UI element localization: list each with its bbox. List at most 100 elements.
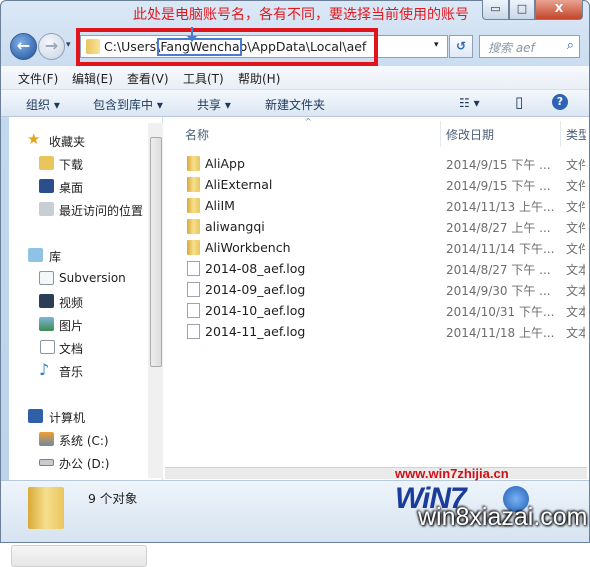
file-date: 2014/9/15 下午 ... — [446, 158, 551, 172]
nav-computer[interactable]: 计算机 — [9, 406, 147, 427]
minimize-button[interactable]: ▭ — [482, 0, 509, 20]
file-date: 2014/11/18 上午... — [446, 326, 555, 340]
file-row[interactable]: AliWorkbench 2014/11/14 下午... 文件夹 — [185, 237, 585, 258]
folder-icon — [187, 177, 200, 192]
folder-icon — [187, 219, 200, 234]
nav-music[interactable]: ♪ 音乐 — [9, 360, 147, 381]
nav-favorites[interactable]: ★ 收藏夹 — [9, 130, 147, 151]
column-type[interactable]: 类型 — [566, 126, 586, 143]
nav-documents[interactable]: 文档 — [9, 337, 147, 358]
nav-label: 收藏夹 — [49, 135, 86, 149]
forward-button[interactable]: → — [38, 33, 65, 60]
nav-label: 视频 — [59, 296, 84, 310]
preview-pane-button[interactable]: ▯ — [515, 93, 523, 111]
nav-label: 桌面 — [59, 181, 84, 195]
menu-tools[interactable]: 工具(T) — [183, 70, 224, 87]
library-icon — [28, 248, 43, 262]
file-row[interactable]: 2014-11_aef.log 2014/11/18 上午... 文本 — [185, 321, 585, 342]
menu-edit[interactable]: 编辑(E) — [72, 70, 113, 87]
nav-pictures[interactable]: 图片 — [9, 314, 147, 335]
menu-file[interactable]: 文件(F) — [18, 70, 58, 87]
file-date: 2014/10/31 下午... — [446, 305, 555, 319]
menu-bar: 文件(F) 编辑(E) 查看(V) 工具(T) 帮助(H) — [1, 66, 589, 90]
star-icon: ★ — [27, 130, 41, 148]
search-placeholder: 搜索 aef — [488, 41, 535, 55]
nav-recent[interactable]: 最近访问的位置 — [9, 199, 147, 220]
nav-label: 图片 — [59, 319, 84, 333]
music-icon: ♪ — [39, 360, 50, 379]
drive-icon — [39, 459, 54, 466]
nav-scrollbar-thumb[interactable] — [150, 137, 162, 367]
item-count: 9 个对象 — [88, 491, 138, 506]
nav-subversion[interactable]: Subversion — [9, 268, 147, 289]
file-type: 文件夹 — [566, 179, 585, 193]
download-icon — [39, 156, 54, 170]
file-name: 2014-10_aef.log — [205, 303, 306, 318]
file-row[interactable]: 2014-09_aef.log 2014/9/30 下午 ... 文本 — [185, 279, 585, 300]
file-date: 2014/9/15 下午 ... — [446, 179, 551, 193]
nav-drive-c[interactable]: 系统 (C:) — [9, 429, 147, 450]
file-row[interactable]: 2014-10_aef.log 2014/10/31 下午... 文本 — [185, 300, 585, 321]
views-button[interactable]: ☷ ▾ — [459, 96, 480, 110]
nav-drive-d[interactable]: 办公 (D:) — [9, 452, 147, 473]
navigation-pane: ★ 收藏夹 下载 桌面 最近访问的位置 库 Subversion 视频 图片 文档… — [9, 117, 163, 567]
nav-downloads[interactable]: 下载 — [9, 153, 147, 174]
column-separator[interactable] — [560, 121, 561, 147]
file-name: 2014-09_aef.log — [205, 282, 306, 297]
history-dropdown[interactable]: ▾ — [66, 40, 71, 50]
file-date: 2014/11/13 上午... — [446, 200, 555, 214]
refresh-button[interactable]: ↺ — [449, 35, 473, 58]
file-type: 文件夹 — [566, 200, 585, 214]
file-row[interactable]: AliApp 2014/9/15 下午 ... 文件夹 — [185, 153, 585, 174]
nav-desktop[interactable]: 桌面 — [9, 176, 147, 197]
menu-view[interactable]: 查看(V) — [127, 70, 169, 87]
file-row[interactable]: aliwangqi 2014/8/27 上午 ... 文件夹 — [185, 216, 585, 237]
address-dropdown[interactable]: ▾ — [434, 40, 439, 50]
folder-icon — [187, 156, 200, 171]
horizontal-scrollbar[interactable] — [165, 467, 587, 479]
file-row[interactable]: AliExternal 2014/9/15 下午 ... 文件夹 — [185, 174, 585, 195]
maximize-button[interactable]: □ — [509, 0, 535, 20]
nav-videos[interactable]: 视频 — [9, 291, 147, 312]
file-name: AliExternal — [205, 177, 273, 192]
nav-libraries[interactable]: 库 — [9, 245, 147, 266]
close-button[interactable]: X — [535, 0, 583, 20]
video-icon — [39, 294, 54, 308]
new-folder-button[interactable]: 新建文件夹 — [265, 96, 325, 113]
search-icon[interactable]: ⌕ — [567, 38, 574, 53]
menu-help[interactable]: 帮助(H) — [238, 70, 280, 87]
column-separator[interactable] — [440, 121, 441, 147]
computer-icon — [28, 409, 43, 423]
folder-icon — [187, 198, 200, 213]
column-modified[interactable]: 修改日期 — [446, 126, 494, 143]
nav-label: 库 — [49, 250, 62, 264]
system-drive-icon — [39, 432, 54, 446]
file-date: 2014/9/30 下午 ... — [446, 284, 551, 298]
search-input[interactable]: 搜索 aef ⌕ — [479, 35, 580, 58]
include-in-library-button[interactable]: 包含到库中 ▾ — [93, 96, 163, 113]
nav-label: 文档 — [59, 342, 84, 356]
recent-places-icon — [39, 202, 54, 216]
watermark-site: www.win7zhijia.cn — [395, 466, 509, 481]
nav-label: 计算机 — [49, 411, 86, 425]
text-file-icon — [187, 282, 200, 297]
back-button[interactable]: ← — [10, 33, 37, 60]
folder-icon — [187, 240, 200, 255]
command-bar: 组织 ▾ 包含到库中 ▾ 共享 ▾ 新建文件夹 ☷ ▾ ▯ ? — [1, 90, 589, 117]
sort-ascending-icon: ^ — [305, 117, 312, 126]
file-name: 2014-08_aef.log — [205, 261, 306, 276]
share-button[interactable]: 共享 ▾ — [197, 96, 231, 113]
nav-label: Subversion — [59, 271, 126, 285]
watermark-site2: win8xiazai.com — [418, 503, 588, 531]
organize-button[interactable]: 组织 ▾ — [26, 96, 60, 113]
annotation-caption: 此处是电脑账号名，各有不同，要选择当前使用的账号 — [133, 7, 469, 23]
help-icon[interactable]: ? — [552, 94, 568, 110]
file-row[interactable]: 2014-08_aef.log 2014/8/27 下午 ... 文本 — [185, 258, 585, 279]
column-name[interactable]: 名称 — [185, 126, 209, 143]
file-name: 2014-11_aef.log — [205, 324, 306, 339]
annotation-red-box — [76, 28, 378, 66]
annotation-arrow-head — [187, 36, 197, 42]
file-row[interactable]: AliIM 2014/11/13 上午... 文件夹 — [185, 195, 585, 216]
document-library-icon — [39, 271, 54, 285]
file-name: AliIM — [205, 198, 235, 213]
